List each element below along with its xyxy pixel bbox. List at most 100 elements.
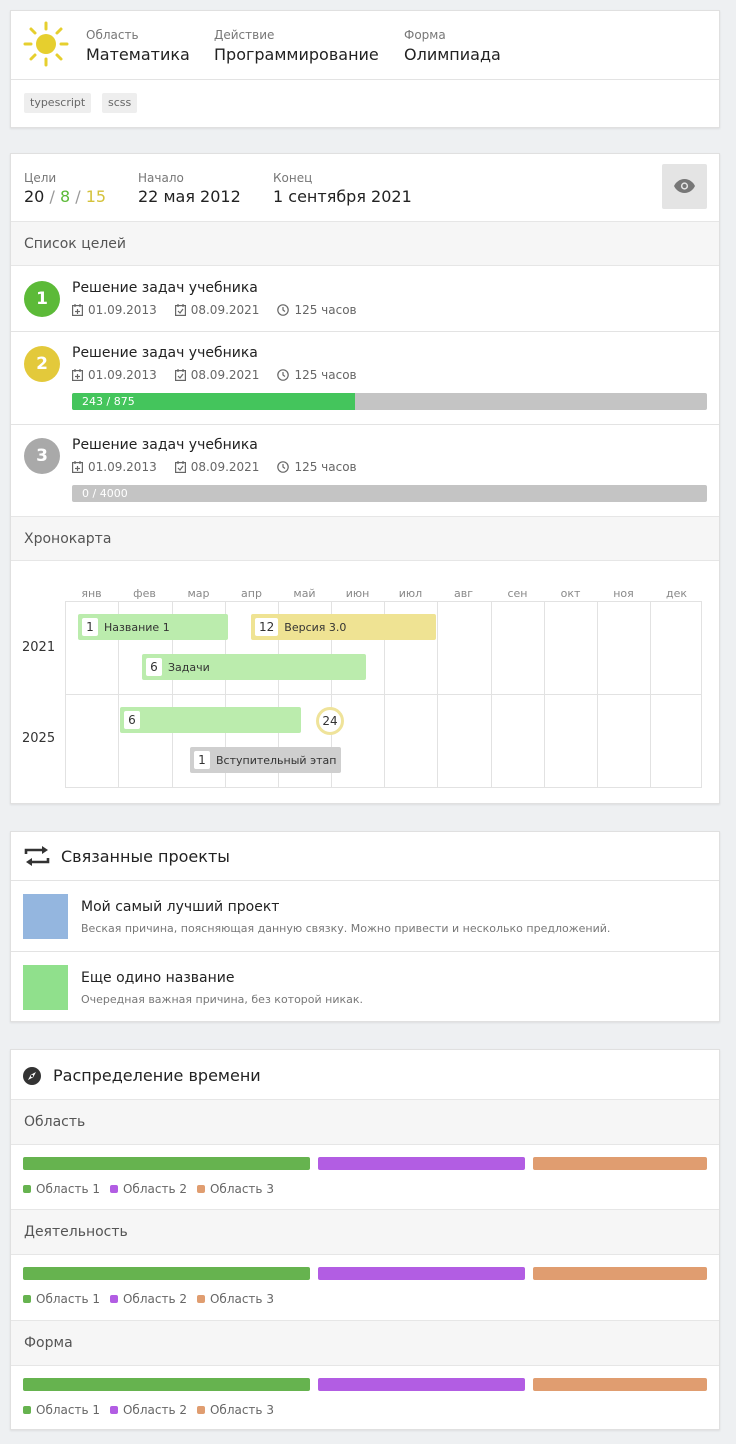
repeat-icon <box>24 846 50 866</box>
timeline-bar[interactable]: 1 Название 1 <box>78 614 228 640</box>
month-label: мар <box>187 587 210 600</box>
month-label: июл <box>398 587 423 600</box>
tag-scss[interactable]: scss <box>102 93 138 113</box>
month-label: апр <box>241 587 262 600</box>
targets-counts: 20 / 8 / 15 <box>24 187 107 206</box>
month-label: июн <box>345 587 370 600</box>
tag-typescript[interactable]: typescript <box>24 93 92 113</box>
timeline-bar[interactable]: 1 Вступительный этап <box>190 747 341 773</box>
time-section-title: Деятельность <box>24 1224 128 1240</box>
goal-number: 3 <box>24 438 60 474</box>
legend-dot <box>109 1295 118 1303</box>
grid-line <box>544 601 545 787</box>
action-value: Программирование <box>214 45 379 64</box>
related-project-item[interactable]: Еще одино название Очередная важная прич… <box>11 952 719 1022</box>
form-label: Форма <box>404 28 446 42</box>
targets-done: 8 <box>59 187 71 206</box>
project-color-swatch <box>23 894 68 939</box>
year-label: 2025 <box>22 731 56 746</box>
toggle-visibility-button[interactable] <box>662 164 707 209</box>
timeline-bar[interactable]: 6 Задачи <box>142 654 366 680</box>
project-header-card: Область Математика Действие Программиров… <box>10 10 720 128</box>
chrono-map: янв фев мар апр май июн июл авг сен окт … <box>11 561 719 804</box>
goal-meta: 01.09.2013 08.09.2021 125 часов <box>72 460 375 474</box>
goal-item[interactable]: 3 Решение задач учебника 01.09.2013 08.0… <box>11 425 719 516</box>
time-legend: Область 1 Область 2 Область 3 <box>23 1182 284 1196</box>
legend-label: Область 3 <box>209 1403 274 1417</box>
timeline-bar[interactable]: 6 <box>120 707 301 733</box>
goal-start: 01.09.2013 <box>88 368 157 382</box>
project-color-swatch <box>23 965 68 1010</box>
timeline-bar[interactable]: 12 Версия 3.0 <box>251 614 436 640</box>
goal-list-title: Список целей <box>24 236 126 252</box>
time-share-segment <box>318 1267 525 1280</box>
targets-label: Цели <box>24 171 57 185</box>
time-share-bar <box>23 1157 707 1170</box>
time-share-segment <box>533 1157 707 1170</box>
area-value: Математика <box>86 45 190 64</box>
goal-meta: 01.09.2013 08.09.2021 125 часов <box>72 303 375 317</box>
calendar-check-icon <box>174 461 186 473</box>
grid-line <box>491 601 492 787</box>
related-projects-card: Связанные проекты Мой самый лучший проек… <box>10 831 720 1022</box>
timeline-bar-label: Название 1 <box>104 620 170 634</box>
time-distribution-card: Распределение времени Область Область 1 … <box>10 1049 720 1430</box>
month-label: авг <box>453 587 473 600</box>
goal-hours: 125 часов <box>294 460 357 474</box>
goal-meta: 01.09.2013 08.09.2021 125 часов <box>72 368 375 382</box>
time-legend: Область 1 Область 2 Область 3 <box>23 1292 284 1306</box>
time-share-segment <box>318 1378 525 1391</box>
time-share-segment <box>23 1378 310 1391</box>
targets-total: 20 <box>24 187 45 206</box>
goal-list-header: Список целей <box>11 221 719 266</box>
time-section-header: Область <box>11 1099 719 1145</box>
related-project-item[interactable]: Мой самый лучший проект Веская причина, … <box>11 881 719 951</box>
goals-card: Цели 20 / 8 / 15 Начало 22 мая 2012 Коне… <box>10 153 720 804</box>
compass-icon <box>23 1067 41 1085</box>
action-label: Действие <box>214 28 275 42</box>
goal-title: Решение задач учебника <box>72 437 258 453</box>
calendar-plus-icon <box>72 461 83 473</box>
legend-label: Область 2 <box>122 1292 187 1306</box>
legend-dot <box>109 1185 118 1193</box>
time-share-segment <box>23 1157 310 1170</box>
timeline-bar-label: Вступительный этап <box>216 753 337 767</box>
goal-item[interactable]: 1 Решение задач учебника 01.09.2013 08.0… <box>11 266 719 331</box>
time-section-title: Область <box>24 1114 86 1130</box>
month-label: ноя <box>613 587 634 600</box>
calendar-check-icon <box>174 304 186 316</box>
legend-dot <box>196 1185 205 1193</box>
time-share-segment <box>23 1267 310 1280</box>
goal-end: 08.09.2021 <box>190 303 260 317</box>
chrono-header: Хронокарта <box>11 516 719 561</box>
timeline-bar-label: Версия 3.0 <box>284 620 347 634</box>
goal-hours: 125 часов <box>294 303 357 317</box>
related-projects-title: Связанные проекты <box>61 847 230 866</box>
timeline-bar-count: 6 <box>124 711 140 729</box>
targets-progress: 15 <box>85 187 107 206</box>
goal-end: 08.09.2021 <box>190 460 260 474</box>
form-value: Олимпиада <box>404 45 501 64</box>
project-description: Веская причина, поясняющая данную связку… <box>81 922 611 935</box>
grid-line <box>650 601 651 787</box>
grid-line <box>65 601 66 787</box>
legend-label: Область 2 <box>122 1182 187 1196</box>
goal-title: Решение задач учебника <box>72 345 258 361</box>
timeline-milestone[interactable]: 24 <box>316 707 344 735</box>
goal-number: 1 <box>24 281 60 317</box>
legend-label: Область 3 <box>209 1182 274 1196</box>
time-share-segment <box>318 1157 525 1170</box>
goal-title: Решение задач учебника <box>72 280 258 296</box>
time-share-segment <box>533 1267 707 1280</box>
grid-line <box>597 601 598 787</box>
goal-item[interactable]: 2 Решение задач учебника 01.09.2013 08.0… <box>11 332 719 424</box>
legend-label: Область 3 <box>209 1292 274 1306</box>
sun-icon <box>23 21 69 67</box>
legend-label: Область 1 <box>36 1182 100 1196</box>
timeline-bar-count: 1 <box>194 751 210 769</box>
eye-icon <box>674 179 695 193</box>
legend-dot <box>23 1406 31 1414</box>
goal-progress-text: 243 / 875 <box>82 395 135 408</box>
time-section-header: Форма <box>11 1320 719 1366</box>
legend-label: Область 1 <box>36 1403 100 1417</box>
